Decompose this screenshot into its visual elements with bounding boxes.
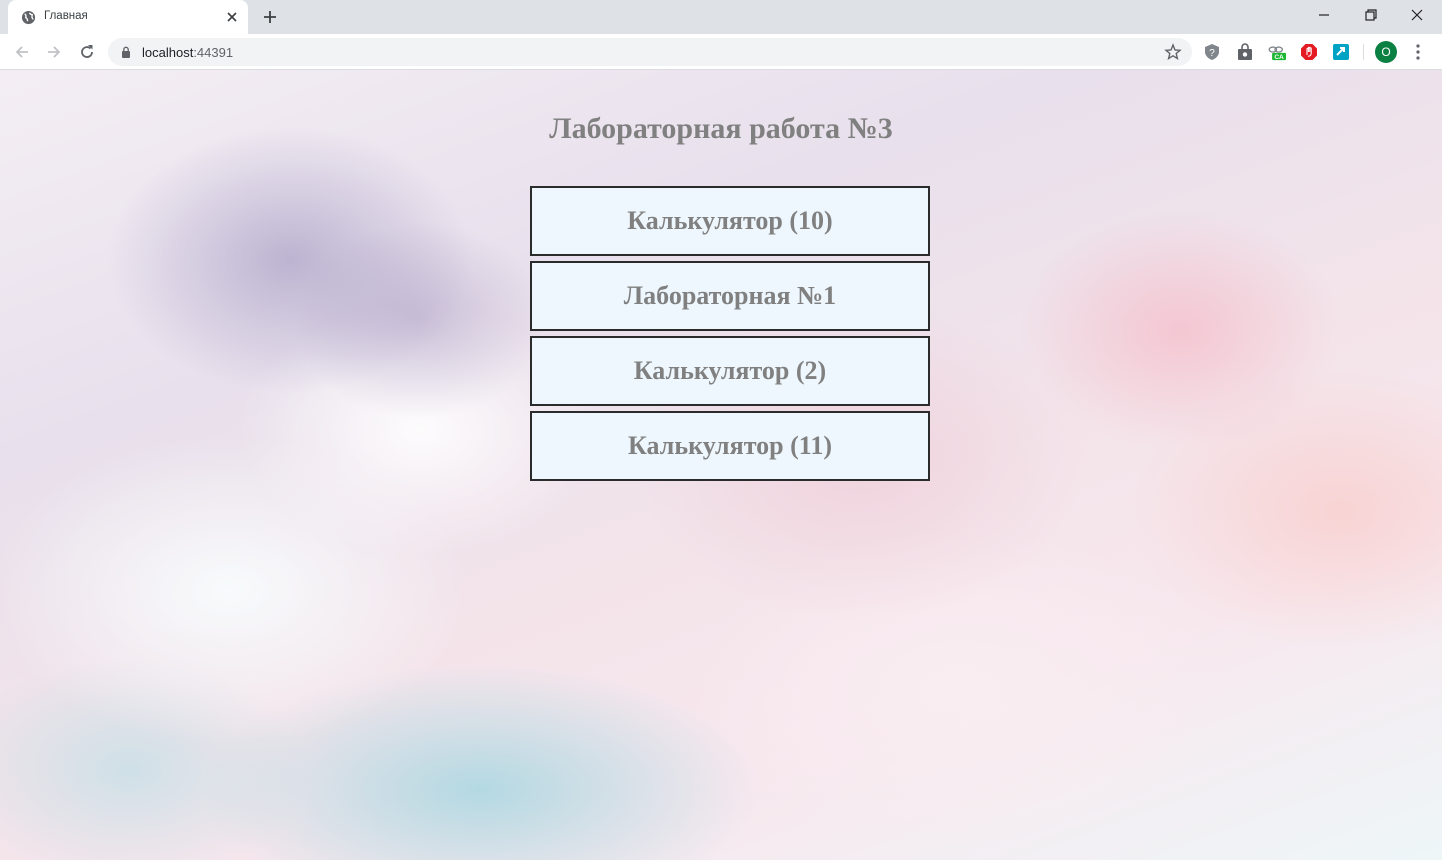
browser-toolbar: localhost:44391 ? CA O bbox=[0, 34, 1442, 70]
close-tab-icon[interactable] bbox=[224, 9, 240, 25]
link-extension-icon[interactable]: CA bbox=[1268, 43, 1286, 61]
bag-extension-icon[interactable] bbox=[1236, 43, 1254, 61]
link-list: Калькулятор (10) Лабораторная №1 Калькул… bbox=[530, 186, 930, 486]
page-heading: Лабораторная работа №3 bbox=[549, 112, 893, 145]
url-port: :44391 bbox=[193, 45, 234, 60]
shield-extension-icon[interactable]: ? bbox=[1203, 43, 1221, 61]
globe-icon bbox=[21, 10, 36, 25]
url-host: localhost bbox=[142, 45, 194, 60]
kebab-menu-icon[interactable] bbox=[1410, 43, 1426, 61]
minimize-icon[interactable] bbox=[1311, 4, 1337, 26]
calculator-11-link[interactable]: Калькулятор (11) bbox=[530, 411, 930, 481]
close-window-icon[interactable] bbox=[1404, 4, 1430, 26]
lock-icon bbox=[122, 46, 130, 58]
extension-badge: CA bbox=[1274, 54, 1284, 61]
bookmark-star-icon[interactable] bbox=[1164, 43, 1182, 61]
back-icon[interactable] bbox=[12, 42, 32, 62]
new-tab-icon[interactable] bbox=[261, 8, 279, 26]
url-text: localhost:44391 bbox=[142, 45, 233, 60]
page-viewport: Лабораторная работа №3 Калькулятор (10) … bbox=[0, 70, 1442, 860]
svg-text:?: ? bbox=[1209, 48, 1215, 59]
address-bar[interactable]: localhost:44391 bbox=[108, 38, 1192, 66]
toolbar-separator bbox=[1363, 44, 1364, 60]
lab-1-link[interactable]: Лабораторная №1 bbox=[530, 261, 930, 331]
browser-tab[interactable]: Главная bbox=[8, 0, 248, 34]
adblock-extension-icon[interactable] bbox=[1300, 43, 1318, 61]
teal-extension-icon[interactable] bbox=[1332, 43, 1350, 61]
reload-icon[interactable] bbox=[77, 42, 97, 62]
restore-icon[interactable] bbox=[1358, 4, 1384, 26]
tab-title: Главная bbox=[44, 10, 88, 22]
forward-icon[interactable] bbox=[44, 42, 64, 62]
tab-strip: Главная bbox=[0, 0, 1442, 34]
calculator-2-link[interactable]: Калькулятор (2) bbox=[530, 336, 930, 406]
calculator-10-link[interactable]: Калькулятор (10) bbox=[530, 186, 930, 256]
profile-avatar[interactable]: O bbox=[1375, 41, 1397, 63]
